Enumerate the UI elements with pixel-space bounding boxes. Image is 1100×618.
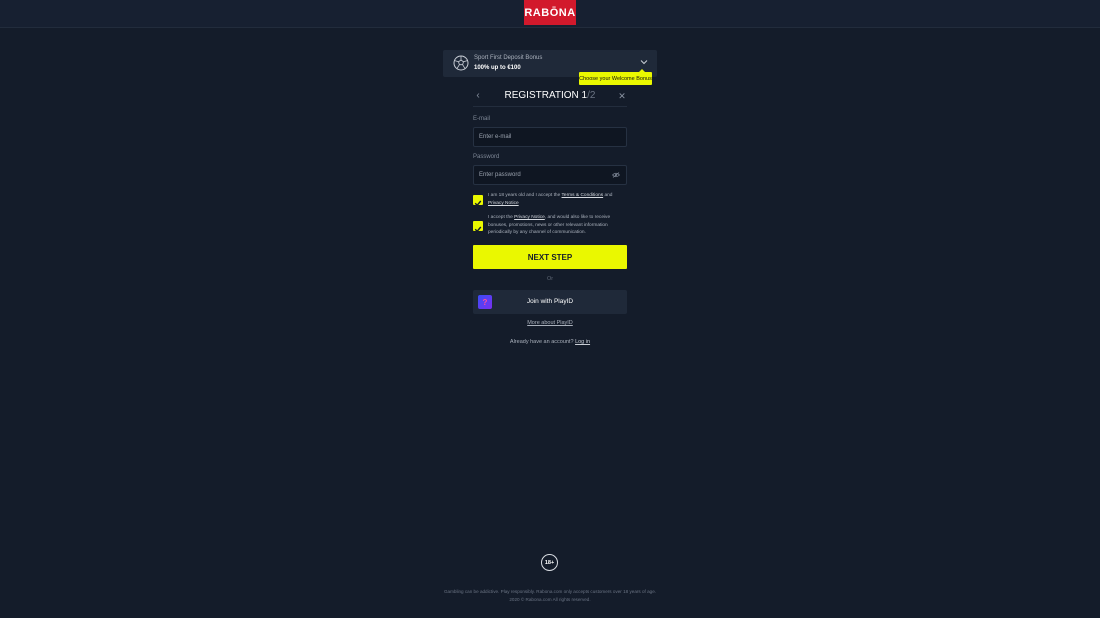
password-label: Password bbox=[473, 154, 500, 160]
join-playid-button[interactable]: ? Join with PlayID bbox=[473, 290, 627, 314]
welcome-bonus-tooltip: Choose your Welcome Bonus bbox=[579, 69, 652, 85]
age-terms-checkbox[interactable] bbox=[473, 195, 483, 207]
password-placeholder: Enter password bbox=[479, 172, 521, 178]
back-arrow-icon[interactable]: ‹ bbox=[473, 91, 483, 101]
bonus-title: Sport First Deposit Bonus bbox=[474, 55, 543, 61]
checkmark-icon bbox=[474, 200, 482, 207]
marketing-consent: I accept the Privacy Notice, and would a… bbox=[488, 214, 623, 237]
email-label: E-mail bbox=[473, 116, 491, 122]
close-icon[interactable]: ✕ bbox=[617, 91, 627, 101]
chevron-down-icon[interactable] bbox=[640, 59, 648, 65]
marketing-checkbox[interactable] bbox=[473, 221, 483, 233]
footer-copyright: 2020 © Rabona.com All rights reserved. bbox=[509, 597, 591, 602]
next-step-button[interactable]: NEXT STEP bbox=[473, 245, 627, 269]
terms-link[interactable]: Terms & Conditions bbox=[562, 193, 604, 198]
login-prompt: Already have an account? Log in bbox=[480, 339, 620, 345]
age-terms-consent: I am 18 years old and I accept the Terms… bbox=[488, 192, 623, 207]
age-restriction-badge: 18+ bbox=[541, 554, 558, 571]
password-field[interactable]: Enter password bbox=[473, 165, 627, 185]
bonus-amount: 100% up to €100 bbox=[474, 65, 521, 71]
rabona-logo[interactable]: RABŌNA bbox=[524, 0, 576, 25]
or-divider: Or bbox=[546, 276, 554, 282]
consent1-mid: and bbox=[603, 193, 613, 198]
footer-disclaimer: Gambling can be addictive. Play responsi… bbox=[443, 589, 657, 594]
email-field[interactable]: Enter e-mail bbox=[473, 127, 627, 147]
privacy-link-2[interactable]: Privacy Notice bbox=[514, 215, 545, 220]
login-prompt-text: Already have an account? bbox=[509, 339, 576, 345]
page-title: REGISTRATION 1/2 bbox=[500, 90, 600, 101]
divider bbox=[473, 106, 627, 107]
more-about-playid-link[interactable]: More about PlayID bbox=[500, 320, 600, 326]
top-bar: RABŌNA bbox=[0, 0, 1100, 28]
title-total: 2 bbox=[589, 90, 596, 101]
playid-label: Join with PlayID bbox=[526, 298, 574, 305]
privacy-link[interactable]: Privacy Notice bbox=[488, 201, 519, 206]
checkmark-icon bbox=[474, 226, 482, 233]
title-step: REGISTRATION 1 bbox=[504, 90, 588, 101]
consent2-text: I accept the bbox=[488, 215, 515, 220]
soccer-ball-icon bbox=[453, 55, 469, 71]
show-password-icon[interactable] bbox=[612, 172, 620, 178]
consent1-text: I am 18 years old and I accept the bbox=[488, 193, 562, 198]
email-placeholder: Enter e-mail bbox=[479, 134, 512, 140]
login-link[interactable]: Log in bbox=[575, 339, 590, 345]
